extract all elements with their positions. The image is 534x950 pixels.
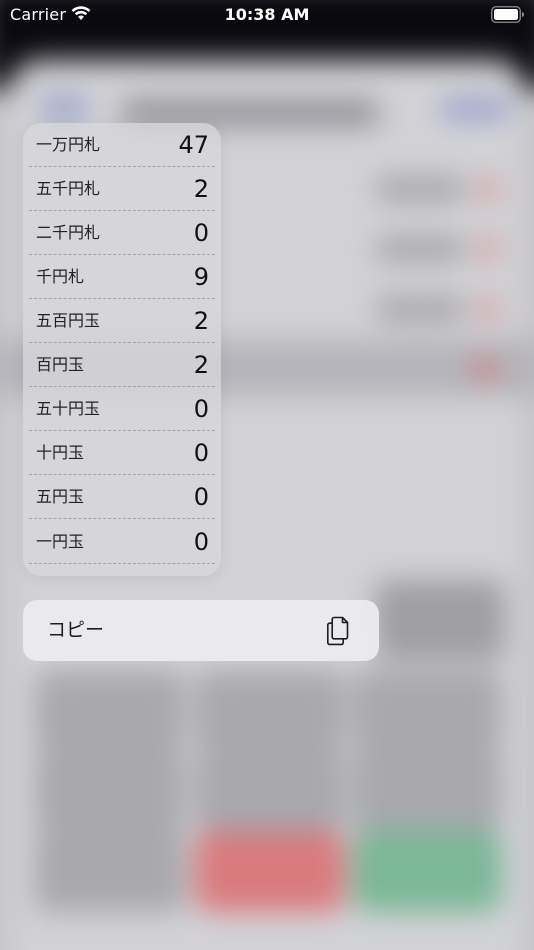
copy-menu-label: コピー — [47, 619, 105, 641]
battery-full-icon — [491, 6, 524, 23]
copy-menu-item[interactable]: コピー — [23, 600, 379, 661]
status-bar: Carrier 10:38 AM — [0, 0, 534, 32]
denomination-label: 百円玉 — [36, 355, 85, 374]
denomination-row-10000-yen: 一万円札 47 — [29, 123, 215, 167]
denomination-preview-card: 一万円札 47 五千円札 2 二千円札 0 千円札 9 五百円玉 2 百円玉 2… — [23, 123, 221, 576]
denomination-count: 2 — [193, 307, 209, 335]
denomination-row-2000-yen: 二千円札 0 — [29, 211, 215, 255]
denomination-label: 一円玉 — [36, 532, 85, 551]
denomination-row-100-yen: 百円玉 2 — [29, 343, 215, 387]
denomination-row-500-yen: 五百円玉 2 — [29, 299, 215, 343]
denomination-count: 2 — [193, 351, 209, 379]
denomination-label: 五百円玉 — [36, 311, 101, 330]
denomination-row-50-yen: 五十円玉 0 — [29, 387, 215, 431]
denomination-label: 五十円玉 — [36, 399, 101, 418]
denomination-label: 十円玉 — [36, 443, 85, 462]
denomination-count: 0 — [193, 219, 209, 247]
denomination-row-1-yen: 一円玉 0 — [29, 520, 215, 564]
denomination-count: 9 — [193, 263, 209, 291]
denomination-count: 0 — [193, 528, 209, 556]
denomination-count: 47 — [178, 131, 209, 159]
denomination-label: 五円玉 — [36, 487, 85, 506]
denomination-count: 0 — [193, 439, 209, 467]
denomination-count: 2 — [193, 175, 209, 203]
denomination-count: 0 — [193, 395, 209, 423]
denomination-row-5000-yen: 五千円札 2 — [29, 167, 215, 211]
denomination-count: 0 — [193, 483, 209, 511]
clock-time: 10:38 AM — [224, 5, 310, 24]
denomination-label: 一万円札 — [36, 135, 101, 154]
denomination-row-5-yen: 五円玉 0 — [29, 475, 215, 519]
denomination-label: 五千円札 — [36, 179, 101, 198]
doc-on-doc-icon — [327, 616, 349, 646]
denomination-label: 千円札 — [36, 267, 85, 286]
denomination-label: 二千円札 — [36, 223, 101, 242]
context-menu: コピー — [23, 600, 379, 661]
denomination-row-1000-yen: 千円札 9 — [29, 255, 215, 299]
denomination-row-10-yen: 十円玉 0 — [29, 431, 215, 475]
